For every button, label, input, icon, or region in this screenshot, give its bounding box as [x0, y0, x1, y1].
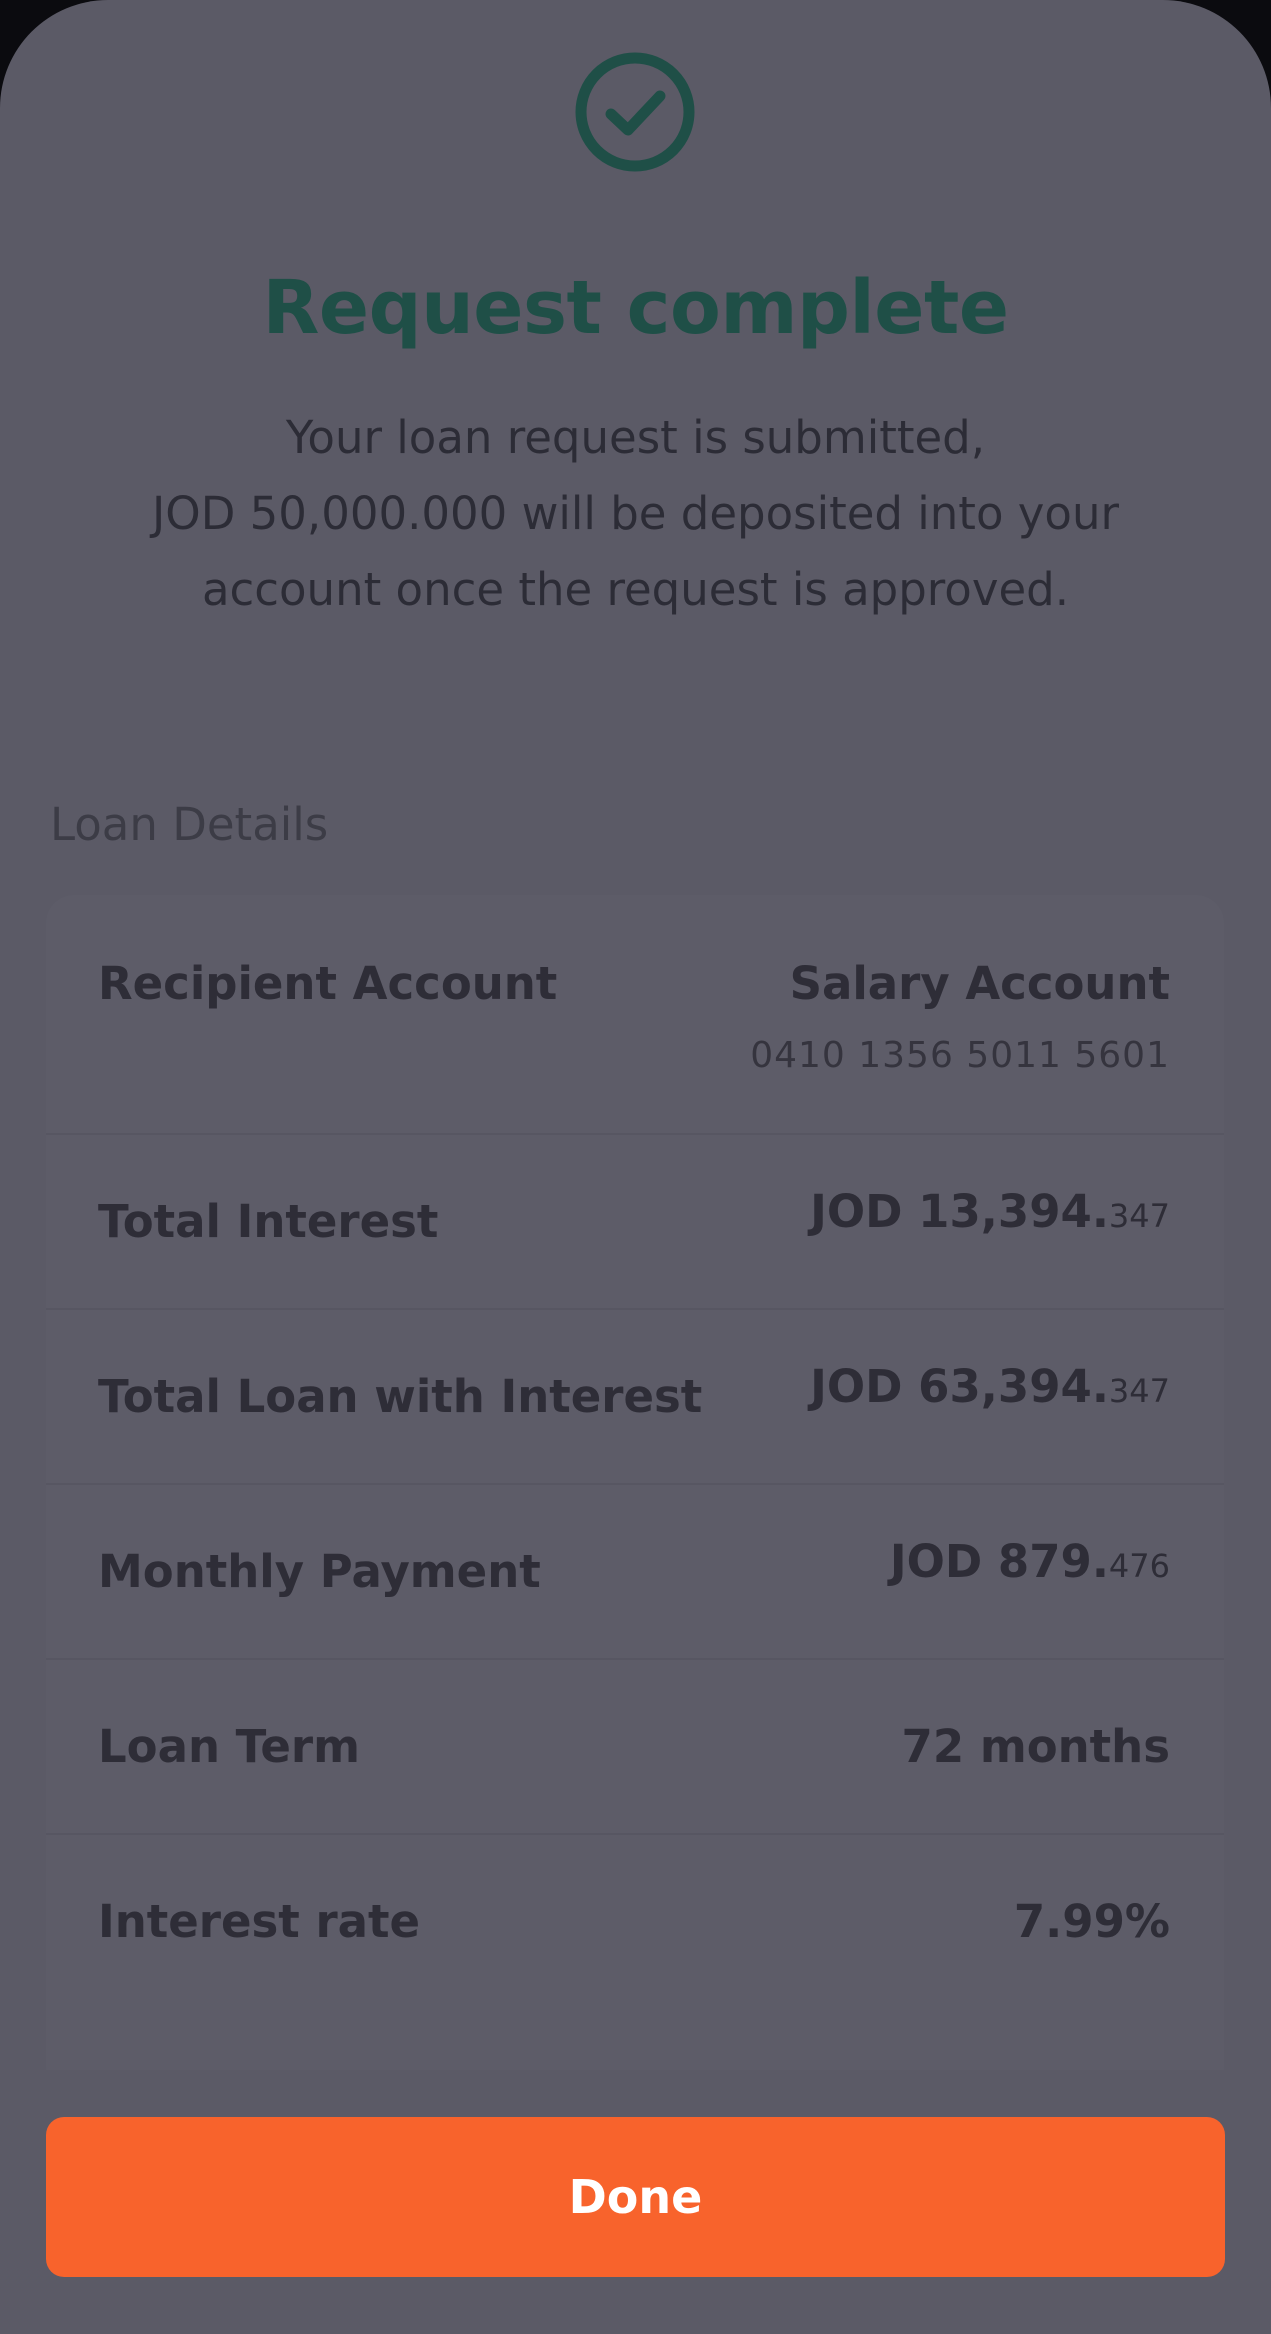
total-loan-row: Total Loan with Interest JOD 63,394.347 — [46, 1308, 1224, 1485]
check-circle-icon — [575, 52, 695, 172]
total-interest-label: Total Interest — [98, 1195, 439, 1248]
message-line: account once the request is approved. — [201, 563, 1070, 616]
monthly-payment-value: JOD 879.476 — [890, 1535, 1170, 1588]
loan-details-heading: Loan Details — [50, 798, 329, 851]
page-title: Request complete — [262, 265, 1009, 351]
total-interest-row: Total Interest JOD 13,394.347 — [46, 1133, 1224, 1310]
interest-rate-label: Interest rate — [98, 1895, 421, 1948]
total-interest-main: JOD 13,394. — [810, 1185, 1109, 1238]
interest-rate-value: 7.99% — [1013, 1895, 1170, 1948]
total-loan-decimal: 347 — [1108, 1372, 1170, 1410]
recipient-account-label: Recipient Account — [98, 957, 558, 1010]
message-line: Your loan request is submitted, — [285, 411, 986, 464]
done-button[interactable]: Done — [46, 2117, 1225, 2277]
total-loan-label: Total Loan with Interest — [98, 1370, 703, 1423]
interest-rate-row: Interest rate 7.99% — [46, 1833, 1224, 2008]
monthly-payment-decimal: 476 — [1108, 1547, 1170, 1585]
success-sheet: Request complete Your loan request is su… — [0, 0, 1271, 2334]
recipient-account-row: Recipient Account Salary Account 0410 13… — [46, 895, 1224, 1135]
monthly-payment-row: Monthly Payment JOD 879.476 — [46, 1483, 1224, 1660]
recipient-account-number: 0410 1356 5011 5601 — [750, 1035, 1170, 1076]
monthly-payment-main: JOD 879. — [889, 1535, 1109, 1588]
loan-term-row: Loan Term 72 months — [46, 1658, 1224, 1835]
message-line: JOD 50,000.000 will be deposited into yo… — [152, 487, 1119, 540]
monthly-payment-label: Monthly Payment — [98, 1545, 541, 1598]
confirmation-message: Your loan request is submitted, JOD 50,0… — [90, 400, 1181, 628]
recipient-account-name: Salary Account — [789, 957, 1170, 1010]
total-interest-decimal: 347 — [1108, 1197, 1170, 1235]
total-loan-value: JOD 63,394.347 — [810, 1360, 1170, 1413]
loan-term-value: 72 months — [901, 1720, 1170, 1773]
loan-details-card: Recipient Account Salary Account 0410 13… — [46, 895, 1224, 2095]
total-loan-main: JOD 63,394. — [810, 1360, 1109, 1413]
loan-term-label: Loan Term — [98, 1720, 360, 1773]
total-interest-value: JOD 13,394.347 — [810, 1185, 1170, 1238]
